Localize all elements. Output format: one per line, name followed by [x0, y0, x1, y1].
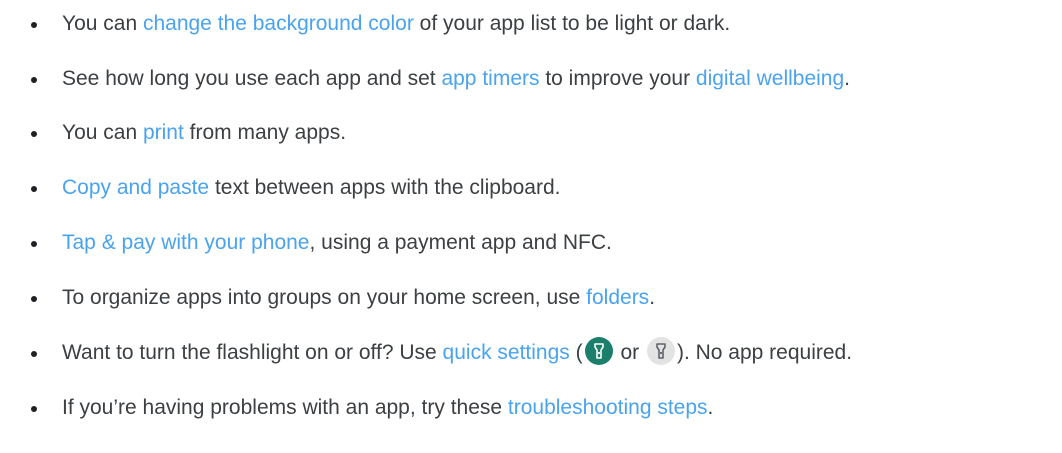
list-item: Want to turn the flashlight on or off? U…	[0, 333, 1062, 373]
list-item: You can print from many apps.	[0, 113, 1062, 153]
tip-text: Want to turn the flashlight on or off? U…	[62, 333, 852, 373]
list-item: Copy and paste text between apps with th…	[0, 168, 1062, 208]
tap-and-pay-link[interactable]: Tap & pay with your phone	[62, 231, 310, 254]
bullet	[31, 77, 37, 83]
tip-text: Copy and paste text between apps with th…	[62, 168, 561, 208]
tip-text: If you’re having problems with an app, t…	[62, 388, 713, 428]
app-timers-link[interactable]: app timers	[441, 67, 539, 90]
copy-and-paste-link[interactable]: Copy and paste	[62, 176, 209, 199]
list-item: See how long you use each app and set ap…	[0, 59, 1062, 99]
bullet	[31, 406, 37, 412]
text-segment: Want to turn the flashlight on or off? U…	[62, 341, 443, 364]
text-segment: You can	[62, 12, 143, 35]
text-segment: ). No app required.	[676, 341, 853, 364]
list-item: If you’re having problems with an app, t…	[0, 388, 1062, 428]
list-item: Tap & pay with your phone, using a payme…	[0, 223, 1062, 263]
bullet	[31, 241, 37, 247]
text-segment: of your app list to be light or dark.	[413, 12, 731, 35]
bullet	[31, 22, 37, 28]
bullet	[31, 131, 37, 137]
list-item: To organize apps into groups on your hom…	[0, 278, 1062, 318]
folders-link[interactable]: folders	[586, 286, 649, 309]
tip-text: Tap & pay with your phone, using a payme…	[62, 223, 612, 263]
troubleshooting-steps-link[interactable]: troubleshooting steps	[508, 396, 708, 419]
flashlight-off-icon	[646, 337, 675, 366]
text-segment: To organize apps into groups on your hom…	[62, 286, 587, 309]
change-background-color-link[interactable]: change the background color	[143, 12, 414, 35]
text-segment: If you’re having problems with an app, t…	[62, 396, 508, 419]
text-segment: .	[649, 286, 656, 309]
text-segment: , using a payment app and NFC.	[309, 231, 612, 254]
list-item: You can change the background color of y…	[0, 4, 1062, 44]
text-segment: See how long you use each app and set	[62, 67, 442, 90]
tip-text: You can change the background color of y…	[62, 4, 730, 44]
tip-text: To organize apps into groups on your hom…	[62, 278, 655, 318]
quick-settings-link[interactable]: quick settings	[443, 341, 570, 364]
text-segment: from many apps.	[183, 121, 347, 144]
text-segment: to improve your	[539, 67, 696, 90]
text-segment: (	[569, 341, 583, 364]
digital-wellbeing-link[interactable]: digital wellbeing	[696, 67, 844, 90]
text-segment: or	[614, 341, 645, 364]
text-segment: .	[844, 67, 851, 90]
print-link[interactable]: print	[143, 121, 184, 144]
text-segment: .	[707, 396, 714, 419]
tip-text: You can print from many apps.	[62, 113, 346, 153]
bullet	[31, 351, 37, 357]
text-segment: You can	[62, 121, 143, 144]
flashlight-on-icon	[584, 337, 613, 366]
bullet	[31, 186, 37, 192]
tip-text: See how long you use each app and set ap…	[62, 59, 850, 99]
bullet	[31, 296, 37, 302]
text-segment: text between apps with the clipboard.	[209, 176, 561, 199]
